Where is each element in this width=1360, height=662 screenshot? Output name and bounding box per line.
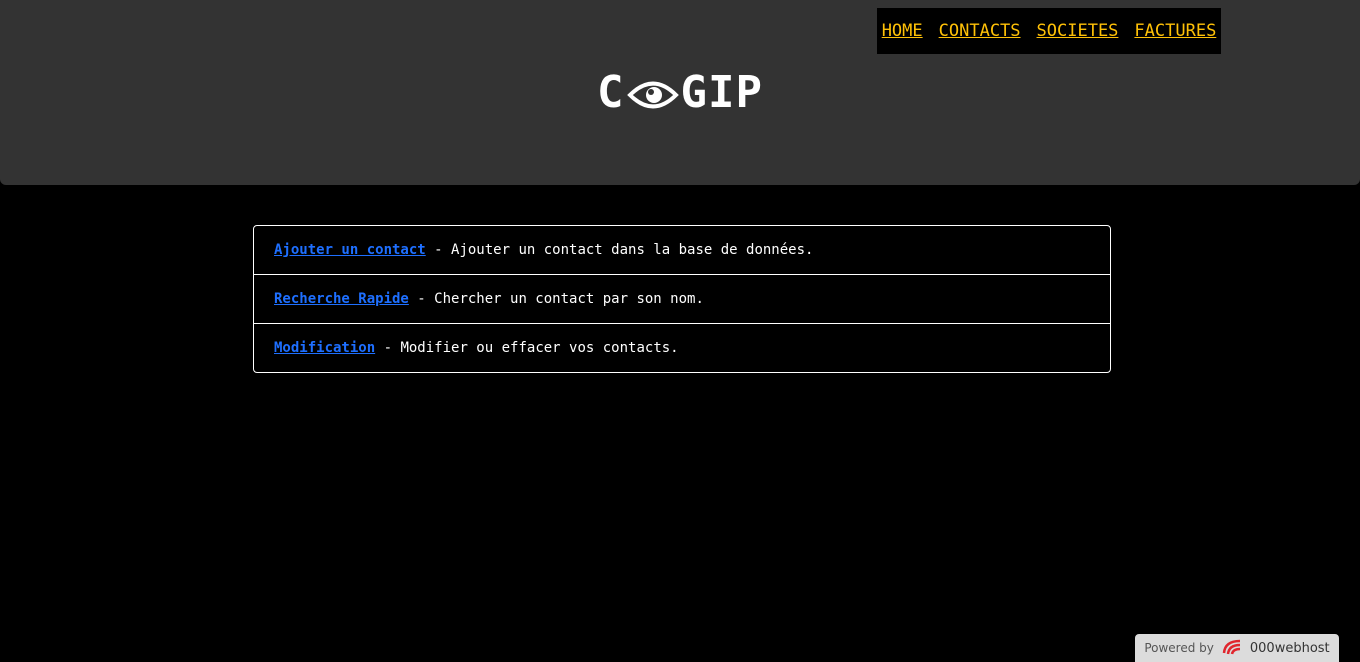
powered-by-badge[interactable]: Powered by 000webhost [1135, 634, 1339, 662]
nav-factures-link[interactable]: FACTURES [1134, 21, 1216, 41]
logo-text-left: C [597, 67, 625, 118]
modification-link[interactable]: Modification [274, 340, 375, 356]
quick-search-description: Chercher un contact par son nom. [434, 291, 704, 307]
add-contact-link[interactable]: Ajouter un contact [274, 242, 426, 258]
webhost-logo-icon [1221, 638, 1243, 659]
modification-description: Modifier ou effacer vos contacts. [400, 340, 679, 356]
separator: - [425, 242, 452, 258]
list-item: Recherche Rapide - Chercher un contact p… [254, 274, 1110, 323]
list-item: Ajouter un contact - Ajouter un contact … [254, 226, 1110, 274]
eye-icon [626, 71, 679, 125]
site-logo: C GIP [0, 66, 1360, 125]
list-item: Modification - Modifier ou effacer vos c… [254, 323, 1110, 372]
nav-contacts-link[interactable]: CONTACTS [939, 21, 1021, 41]
site-header: HOME CONTACTS SOCIETES FACTURES C GIP [0, 0, 1360, 185]
powered-by-text: Powered by [1144, 641, 1214, 655]
add-contact-description: Ajouter un contact dans la base de donné… [451, 242, 814, 258]
separator: - [408, 291, 435, 307]
webhost-brand-text: 000webhost [1249, 640, 1330, 656]
quick-search-link[interactable]: Recherche Rapide [274, 291, 409, 307]
main-nav: HOME CONTACTS SOCIETES FACTURES [877, 8, 1221, 54]
separator: - [375, 340, 401, 356]
nav-societes-link[interactable]: SOCIETES [1037, 21, 1119, 41]
nav-home-link[interactable]: HOME [882, 21, 923, 41]
contact-actions-list: Ajouter un contact - Ajouter un contact … [253, 225, 1111, 373]
logo-text-right: GIP [680, 67, 763, 118]
